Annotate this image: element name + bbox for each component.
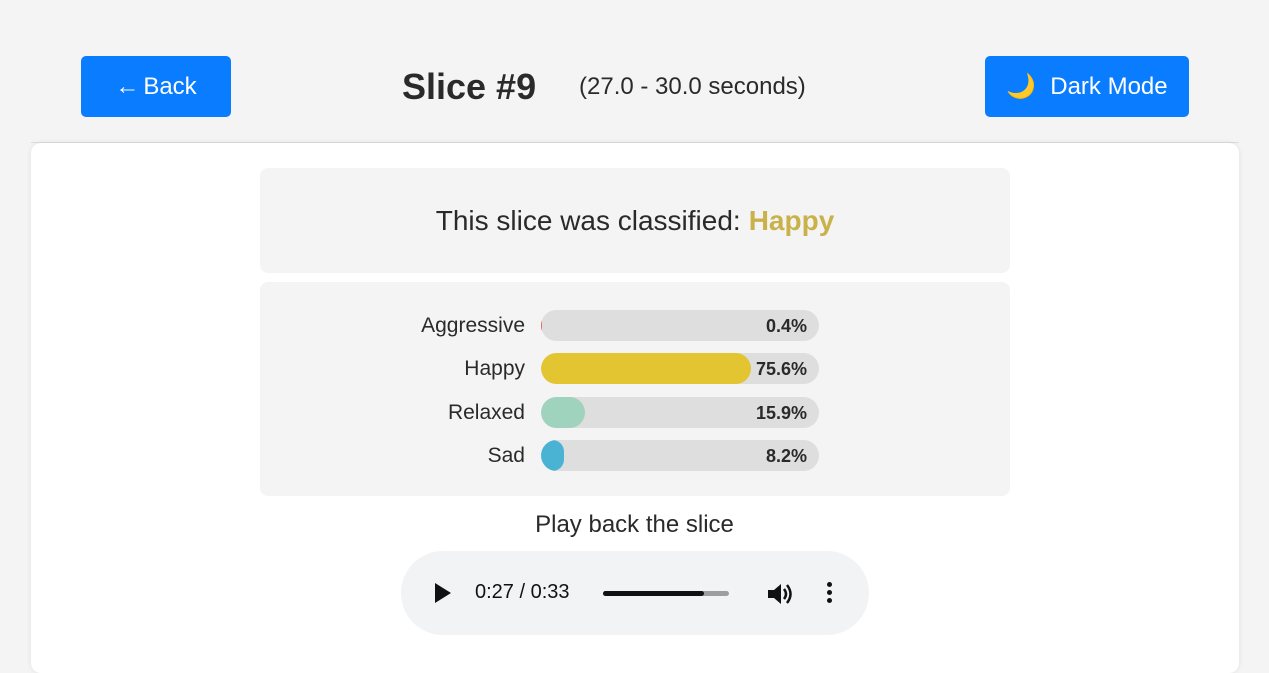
back-label: Back [143, 72, 197, 100]
more-options-icon[interactable] [825, 582, 833, 606]
dark-mode-button[interactable]: 🌙 Dark Mode [985, 56, 1189, 117]
mood-bar-fill [541, 353, 752, 384]
page-title: Slice #9 [402, 66, 537, 107]
mood-row: Happy 75.6% [260, 353, 1010, 385]
audio-player[interactable]: 0:27 / 0:33 [401, 551, 869, 635]
mood-row: Sad 8.2% [260, 440, 1010, 472]
classification-box: This slice was classified: Happy [260, 168, 1010, 273]
mood-pct: 0.4% [765, 316, 807, 336]
mood-label: Sad [487, 444, 525, 467]
mood-bar-track: 0.4% [541, 310, 819, 341]
playback-time: 0:27 / 0:33 [475, 581, 570, 603]
seek-bar[interactable] [603, 591, 729, 596]
mood-bar-track: 75.6% [541, 353, 819, 384]
classification-label: Happy [748, 204, 835, 236]
moon-icon: 🌙 [1006, 73, 1037, 100]
header: ← Back Slice #9 (27.0 - 30.0 seconds) 🌙 … [0, 0, 1269, 142]
mood-bar-fill [541, 440, 564, 471]
playback-label: Play back the slice [535, 511, 734, 538]
volume-icon[interactable] [766, 581, 794, 607]
seek-bar-fill [603, 591, 704, 596]
back-button[interactable]: ← Back [81, 56, 231, 117]
mood-bar-fill [541, 310, 543, 341]
mood-bar-fill [541, 397, 586, 428]
play-icon[interactable] [435, 583, 451, 603]
classification-prefix: This slice was classified: [435, 204, 741, 236]
dark-mode-label: Dark Mode [1050, 72, 1168, 100]
mood-label: Relaxed [447, 401, 525, 424]
mood-label: Happy [464, 357, 525, 380]
time-range: (27.0 - 30.0 seconds) [579, 73, 806, 100]
mood-pct: 75.6% [755, 359, 807, 379]
mood-row: Relaxed 15.9% [260, 397, 1010, 429]
mood-row: Aggressive 0.4% [260, 310, 1010, 342]
mood-pct: 8.2% [765, 446, 807, 466]
mood-bars: Aggressive 0.4% Happy 75.6% Relaxed 15.9… [260, 282, 1010, 496]
mood-pct: 15.9% [755, 403, 807, 423]
back-arrow-icon: ← [115, 72, 140, 100]
mood-bar-track: 15.9% [541, 397, 819, 428]
mood-label: Aggressive [421, 314, 525, 337]
mood-bar-track: 8.2% [541, 440, 819, 471]
